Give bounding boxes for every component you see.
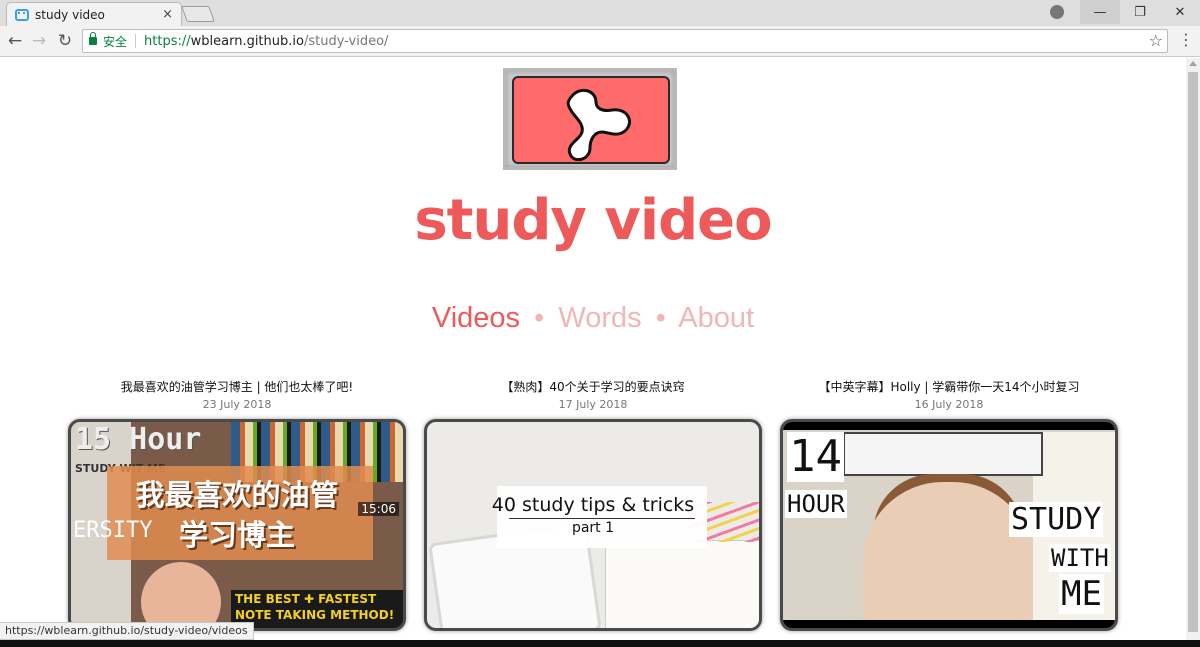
- thumb-with-text: WITH: [1049, 544, 1111, 572]
- scroll-thumb[interactable]: [1188, 72, 1198, 632]
- nav-separator: •: [655, 302, 666, 334]
- video-thumbnail[interactable]: 40 study tips & tricks part 1: [424, 419, 762, 631]
- tab-title: study video: [35, 7, 105, 22]
- site-title: study video: [414, 188, 772, 253]
- letterbox-top: [783, 422, 1115, 430]
- window-minimize-button[interactable]: —: [1080, 0, 1120, 24]
- video-title[interactable]: 【中英字幕】Holly | 学霸带你一天14个小时复习: [780, 378, 1118, 395]
- new-tab-button[interactable]: [181, 6, 215, 22]
- nav-words-link[interactable]: Words: [558, 302, 641, 334]
- video-date: 16 July 2018: [914, 398, 984, 411]
- nav-about-link[interactable]: About: [678, 302, 754, 334]
- video-thumbnail[interactable]: 14 HOUR STUDY WITH ME: [780, 419, 1118, 631]
- url-host: wblearn.github.io: [190, 33, 304, 49]
- secure-label: 安全: [103, 34, 128, 49]
- reload-icon[interactable]: ↻: [54, 30, 76, 52]
- main-nav: Videos • Words • About: [0, 302, 1186, 335]
- lock-icon: [89, 32, 97, 45]
- video-card[interactable]: 【中英字幕】Holly | 学霸带你一天14个小时复习 16 July 2018…: [780, 378, 1118, 631]
- window-restore-button[interactable]: ❐: [1120, 0, 1160, 24]
- omnibox-divider: [135, 34, 137, 48]
- thumb-study-text: STUDY: [1009, 502, 1104, 537]
- thumb-underline: [509, 518, 695, 519]
- back-icon[interactable]: ←: [4, 30, 26, 52]
- tab-study-video[interactable]: study video ×: [6, 2, 182, 26]
- page-scrollbar[interactable]: [1186, 58, 1200, 640]
- star-icon[interactable]: ☆: [1149, 31, 1163, 50]
- person-image: [863, 482, 1033, 628]
- browser-toolbar: ← → ↻ 安全 https:// wblearn.github.io /stu…: [0, 26, 1200, 57]
- address-bar[interactable]: 安全 https:// wblearn.github.io /study-vid…: [82, 29, 1168, 53]
- nav-videos-link[interactable]: Videos: [432, 302, 520, 334]
- binder-image: [843, 432, 1043, 476]
- thumb-caption-line1: 我最喜欢的油管: [135, 478, 339, 512]
- thumb-banner-line2: NOTE TAKING METHOD!: [235, 608, 395, 622]
- profile-icon[interactable]: [1050, 5, 1064, 19]
- thumb-subheading: part 1: [571, 520, 615, 536]
- nav-separator: •: [534, 302, 545, 334]
- notebook-image: [605, 540, 759, 628]
- video-title[interactable]: 我最喜欢的油管学习博主 | 他们也太棒了吧!: [68, 378, 406, 395]
- spinner-logo-icon: [566, 88, 631, 162]
- person-face-image: [141, 562, 221, 628]
- video-card[interactable]: 我最喜欢的油管学习博主 | 他们也太棒了吧! 23 July 2018 15 H…: [68, 378, 406, 631]
- site-favicon-icon: [15, 8, 29, 21]
- video-date: 17 July 2018: [558, 398, 628, 411]
- video-date: 23 July 2018: [202, 398, 272, 411]
- thumb-duration: 15:06: [358, 502, 399, 516]
- url-scheme: https://: [144, 33, 191, 49]
- thumb-hour-text: HOUR: [785, 490, 847, 518]
- thumb-vertical-text: ERSITY: [73, 518, 153, 543]
- page-viewport: study video Videos • Words • About 我最喜欢的…: [0, 58, 1186, 647]
- thumb-heading: 40 study tips & tricks: [491, 494, 695, 516]
- video-thumbnail[interactable]: 15 Hour STUDY WIT ME 我最喜欢的油管 学习博主 15:06 …: [68, 419, 406, 631]
- thumb-me-text: ME: [1059, 574, 1104, 614]
- scroll-up-icon[interactable]: [1189, 61, 1197, 66]
- logo-panel: [512, 76, 670, 164]
- thumb-hour-text: 15 Hour: [75, 422, 202, 457]
- letterbox-bottom: [783, 620, 1115, 628]
- os-taskbar: [0, 640, 1200, 647]
- menu-icon[interactable]: ⋮: [1178, 30, 1194, 49]
- tab-close-icon[interactable]: ×: [162, 7, 173, 22]
- site-logo[interactable]: [503, 68, 677, 170]
- window-close-button[interactable]: ✕: [1160, 0, 1200, 24]
- status-bubble: https://wblearn.github.io/study-video/vi…: [0, 622, 254, 640]
- video-title[interactable]: 【熟肉】40个关于学习的要点诀窍: [424, 378, 762, 395]
- forward-icon[interactable]: →: [28, 30, 50, 52]
- url-path: /study-video/: [303, 33, 389, 49]
- thumb-number: 14: [787, 431, 844, 482]
- thumb-banner-line1: THE BEST ✚ FASTEST: [235, 592, 377, 606]
- video-card[interactable]: 【熟肉】40个关于学习的要点诀窍 17 July 2018 40 study t…: [424, 378, 762, 631]
- tab-strip: study video × — ❐ ✕: [0, 0, 1200, 26]
- video-grid: 我最喜欢的油管学习博主 | 他们也太棒了吧! 23 July 2018 15 H…: [68, 378, 1118, 638]
